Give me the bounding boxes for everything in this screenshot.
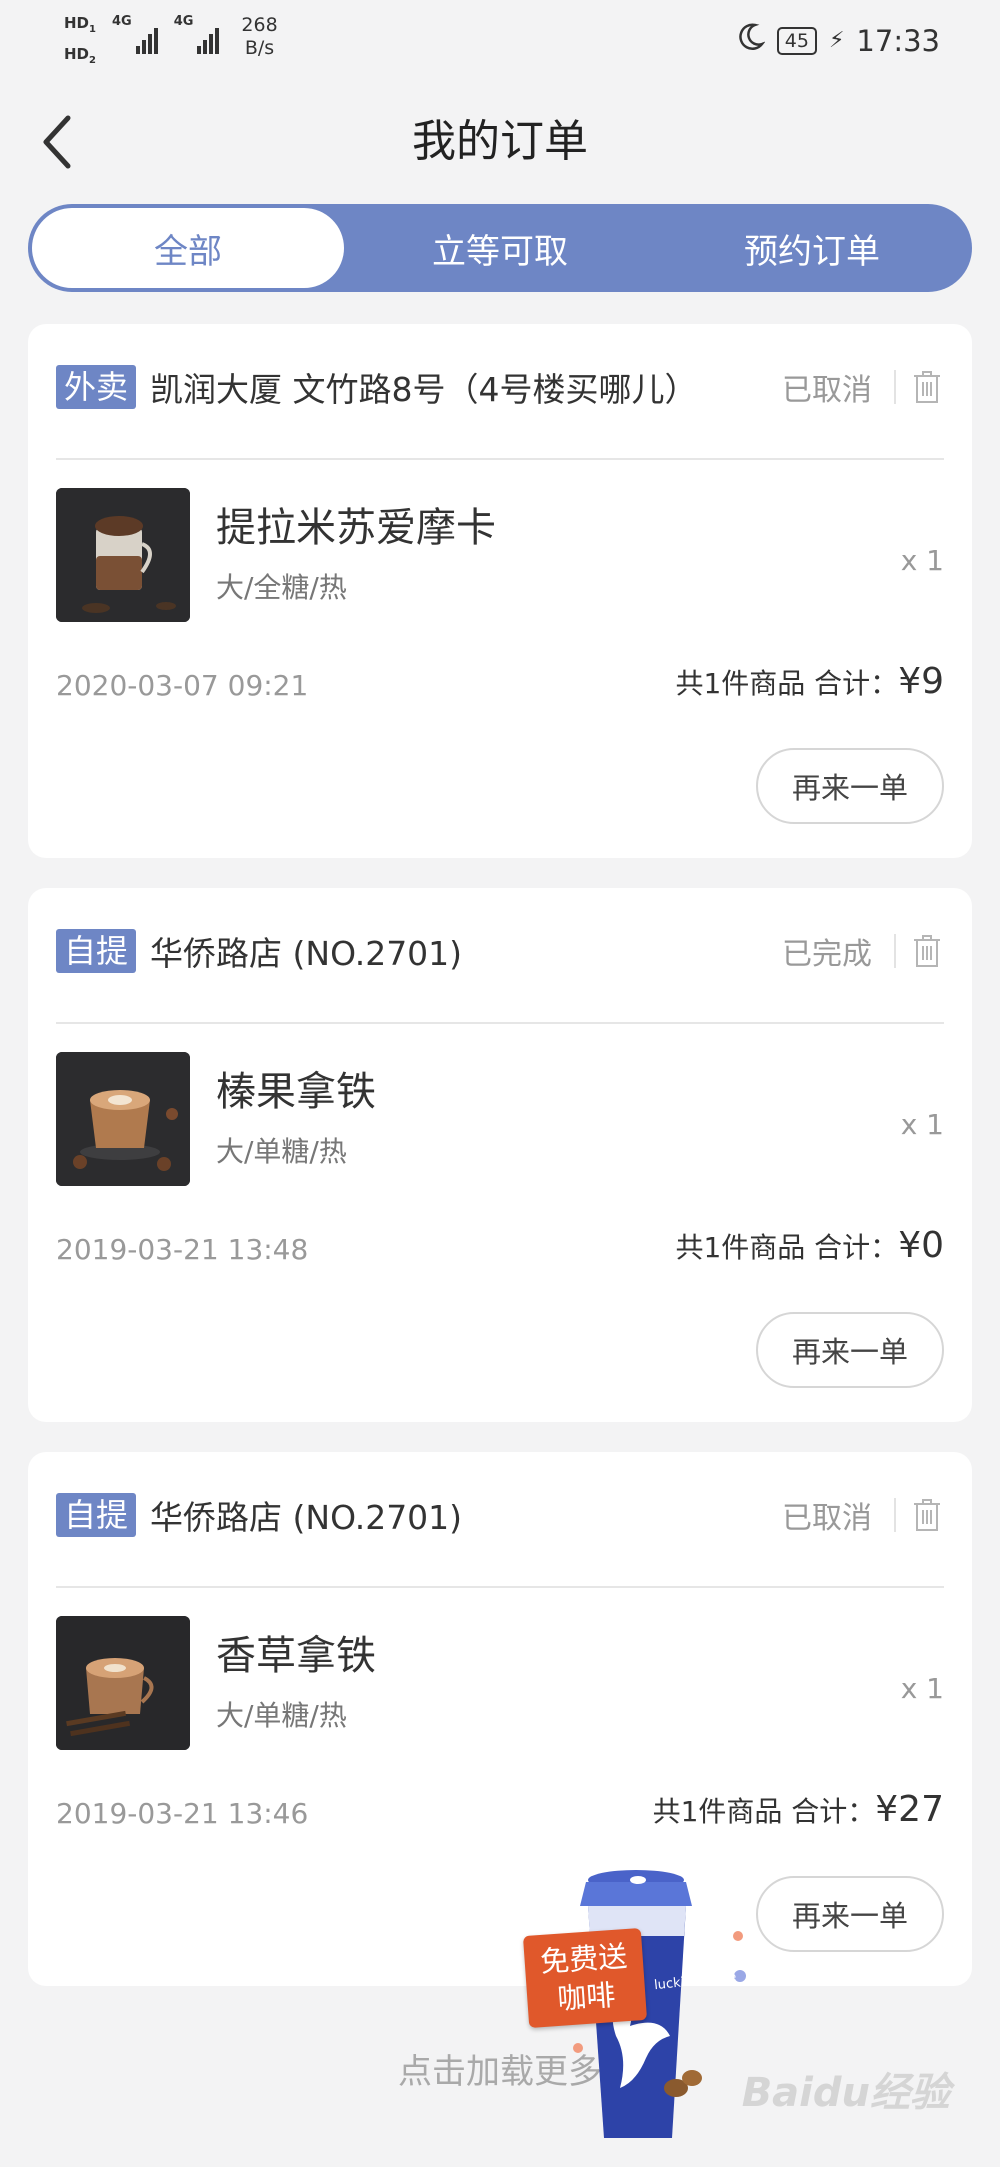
- charging-icon: ⚡: [828, 28, 845, 53]
- product-quantity: x 1: [900, 1672, 944, 1705]
- order-price: ¥9: [898, 661, 944, 702]
- divider: [56, 1586, 944, 1588]
- status-left-group: HD1 HD2 4G 4G 268 B/s: [64, 14, 278, 70]
- order-summary-label: 共1件商品 合计：: [675, 667, 899, 700]
- status-right-group: 45 ⚡ 17:33: [737, 22, 940, 59]
- clock-time: 17:33: [856, 23, 940, 58]
- free-coffee-promo[interactable]: 免费送 咖啡 luckin coffee: [522, 1866, 756, 2146]
- reorder-button[interactable]: 再来一单: [756, 1312, 944, 1388]
- order-status: 已完成: [782, 937, 872, 972]
- order-date: 2019-03-21 13:48: [56, 1233, 309, 1266]
- product-image[interactable]: [56, 1616, 190, 1750]
- order-summary-label: 共1件商品 合计：: [675, 1231, 899, 1264]
- hd-indicators: HD1 HD2: [64, 14, 96, 70]
- order-total: 共1件商品 合计： ¥0: [675, 1224, 944, 1270]
- baidu-watermark: Baidu经验: [741, 2070, 950, 2116]
- order-header: 自提 华侨路店 (NO.2701) 已完成: [56, 928, 944, 974]
- store-name: 华侨路店 (NO.2701): [150, 1498, 463, 1537]
- order-date: 2019-03-21 13:46: [56, 1797, 309, 1830]
- order-header: 自提 华侨路店 (NO.2701) 已取消: [56, 1492, 944, 1538]
- divider: [894, 370, 896, 404]
- reorder-button[interactable]: 再来一单: [756, 1876, 944, 1952]
- order-type-badge: 自提: [56, 929, 137, 973]
- delete-order-button[interactable]: [910, 931, 944, 971]
- store-name: 华侨路店 (NO.2701): [150, 934, 463, 973]
- order-total: 共1件商品 合计： ¥27: [653, 1788, 944, 1834]
- trash-icon: [914, 371, 940, 403]
- moon-icon: [737, 22, 766, 59]
- tab-all[interactable]: 全部: [32, 208, 344, 288]
- order-card[interactable]: 外卖 凯润大厦 文竹路8号（4号楼买哪儿） 已取消 提拉米苏爱摩卡 大/全糖/热…: [28, 324, 972, 858]
- signal-icon: 4G: [112, 14, 158, 54]
- order-header: 外卖 凯润大厦 文竹路8号（4号楼买哪儿） 已取消: [56, 364, 944, 410]
- order-price: ¥27: [875, 1789, 944, 1830]
- product-image[interactable]: [56, 488, 190, 622]
- reorder-button[interactable]: 再来一单: [756, 748, 944, 824]
- delete-order-button[interactable]: [910, 1495, 944, 1535]
- order-summary-label: 共1件商品 合计：: [652, 1795, 876, 1828]
- order-status: 已取消: [782, 373, 872, 408]
- page-title: 我的订单: [412, 116, 588, 167]
- product-quantity: x 1: [900, 1108, 944, 1141]
- product-name: 提拉米苏爱摩卡: [216, 505, 496, 551]
- divider: [894, 934, 896, 968]
- delete-order-button[interactable]: [910, 367, 944, 407]
- order-status: 已取消: [782, 1501, 872, 1536]
- network-speed: 268 B/s: [241, 14, 278, 59]
- hd2-indicator: HD2: [64, 45, 96, 66]
- divider: [56, 1022, 944, 1024]
- signal-icon: 4G: [174, 14, 220, 54]
- product-spec: 大/单糖/热: [216, 1699, 347, 1732]
- trash-icon: [914, 1499, 940, 1531]
- product-image[interactable]: [56, 1052, 190, 1186]
- store-name: 凯润大厦 文竹路8号（4号楼买哪儿）: [150, 370, 698, 409]
- product-name: 榛果拿铁: [216, 1069, 376, 1115]
- divider: [894, 1498, 896, 1532]
- tab-scheduled-orders[interactable]: 预约订单: [656, 208, 968, 288]
- trash-icon: [914, 935, 940, 967]
- product-quantity: x 1: [900, 544, 944, 577]
- order-total: 共1件商品 合计： ¥9: [675, 660, 944, 706]
- status-bar: HD1 HD2 4G 4G 268 B/s 45 ⚡ 17:33: [0, 0, 1000, 80]
- divider: [56, 458, 944, 460]
- order-price: ¥0: [898, 1225, 944, 1266]
- hd1-indicator: HD1: [64, 14, 96, 35]
- product-spec: 大/单糖/热: [216, 1135, 347, 1168]
- order-card[interactable]: 自提 华侨路店 (NO.2701) 已取消 香草拿铁 大/单糖/热 x 1 20…: [28, 1452, 972, 1986]
- promo-label: 免费送 咖啡: [522, 1927, 648, 2029]
- order-type-badge: 自提: [56, 1493, 137, 1537]
- tab-ready-now[interactable]: 立等可取: [344, 208, 656, 288]
- product-spec: 大/全糖/热: [216, 571, 347, 604]
- battery-icon: 45: [776, 26, 817, 55]
- product-name: 香草拿铁: [216, 1633, 376, 1679]
- order-filter-tabs: 全部 立等可取 预约订单: [28, 204, 972, 292]
- order-card[interactable]: 自提 华侨路店 (NO.2701) 已完成 榛果拿铁 大/单糖/热 x 1 20…: [28, 888, 972, 1422]
- order-date: 2020-03-07 09:21: [56, 669, 309, 702]
- order-type-badge: 外卖: [56, 365, 137, 409]
